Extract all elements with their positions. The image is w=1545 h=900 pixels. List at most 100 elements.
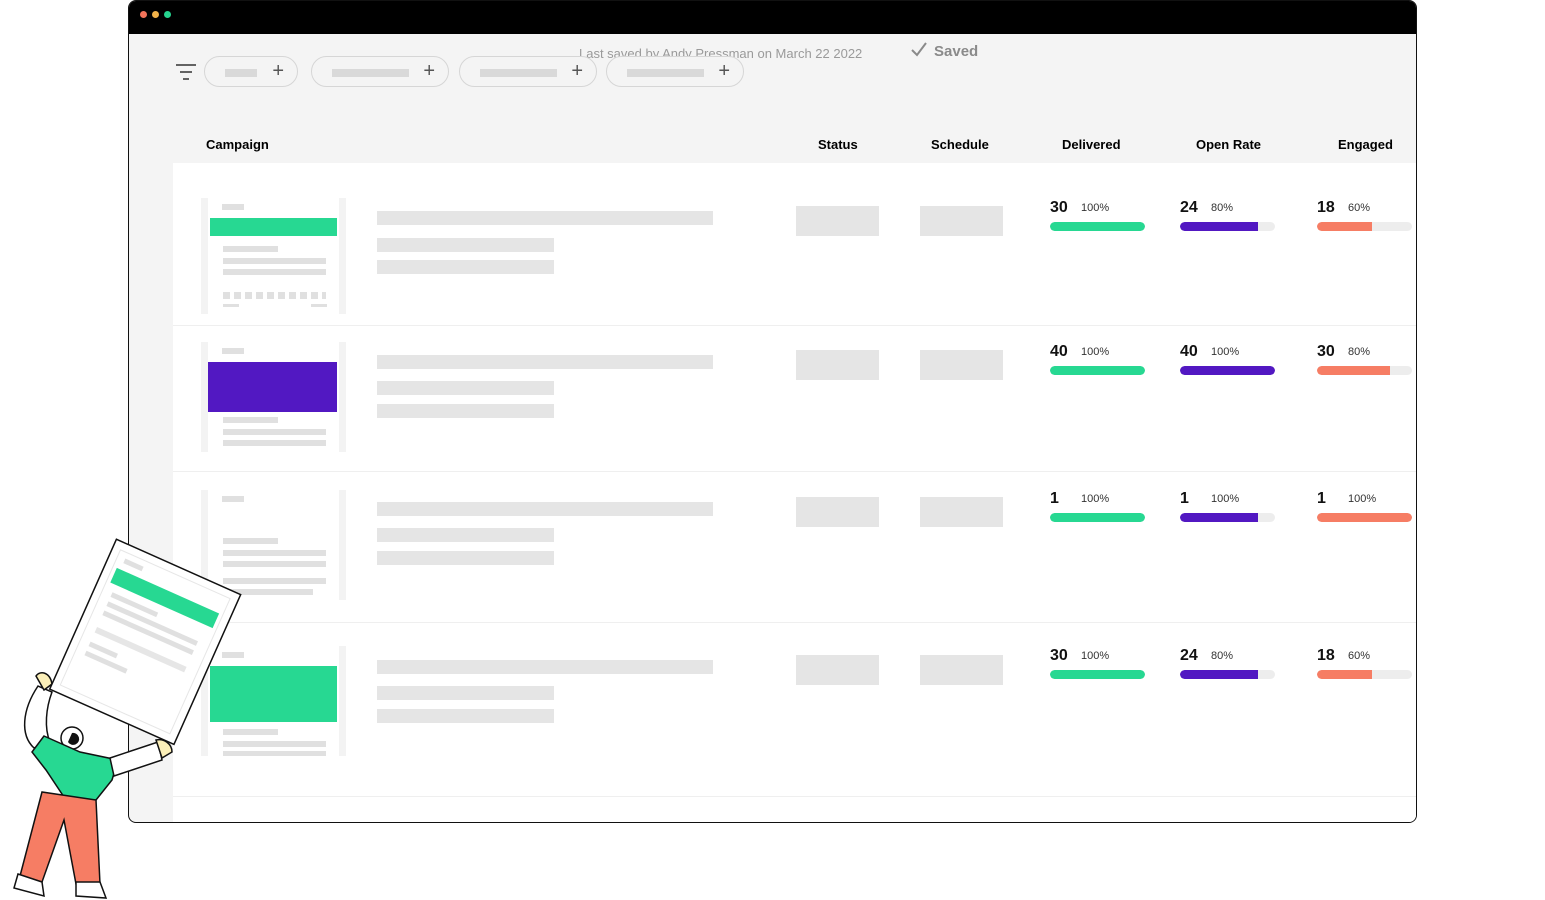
character-illustration	[13, 538, 242, 899]
engaged-bar-fill	[1317, 366, 1391, 375]
column-header-open-rate[interactable]: Open Rate	[1196, 137, 1261, 152]
campaign-subtitle-placeholder	[377, 381, 554, 395]
engaged-bar	[1317, 222, 1412, 231]
delivered-bar-fill	[1050, 222, 1145, 231]
table-row[interactable]: 30 100% 24 80% 18 60%	[173, 622, 1416, 797]
open-rate-percent: 80%	[1211, 202, 1234, 214]
campaign-meta-placeholder	[377, 404, 554, 418]
engaged-percent: 100%	[1348, 493, 1377, 505]
schedule-placeholder	[920, 497, 1003, 527]
plus-icon: +	[571, 60, 583, 82]
delivered-count: 30	[1050, 647, 1068, 664]
campaign-meta-placeholder	[377, 260, 554, 274]
check-icon	[911, 42, 927, 57]
saved-status: Saved	[934, 43, 979, 60]
delivered-percent: 100%	[1081, 202, 1110, 214]
schedule-placeholder	[920, 350, 1003, 380]
campaign-meta-placeholder	[377, 709, 554, 723]
delivered-percent: 100%	[1081, 493, 1110, 505]
delivered-bar-fill	[1050, 366, 1145, 375]
engaged-bar	[1317, 513, 1412, 522]
table-row[interactable]: 30 100% 24 80% 18 60%	[173, 163, 1416, 326]
campaign-subtitle-placeholder	[377, 238, 554, 252]
column-header-delivered[interactable]: Delivered	[1062, 137, 1121, 152]
delivered-count: 30	[1050, 199, 1068, 216]
engaged-bar-fill	[1317, 513, 1412, 522]
table-row[interactable]: 1 100% 1 100% 1 100%	[173, 471, 1416, 623]
column-header-campaign[interactable]: Campaign	[206, 137, 269, 152]
maximize-window-dot[interactable]	[164, 11, 171, 18]
open-rate-bar-fill	[1180, 513, 1258, 522]
campaign-title-placeholder	[377, 502, 713, 516]
filter-chip-3[interactable]: +	[459, 56, 597, 87]
open-rate-percent: 80%	[1211, 650, 1234, 662]
thumbnail-banner	[210, 218, 337, 236]
minimize-window-dot[interactable]	[152, 11, 159, 18]
filter-chip-1[interactable]: +	[204, 56, 298, 87]
title-bar	[129, 1, 1416, 34]
campaign-title-placeholder	[377, 211, 713, 225]
filter-chip-4[interactable]: +	[606, 56, 744, 87]
open-rate-count: 40	[1180, 343, 1198, 360]
open-rate-bar-fill	[1180, 222, 1258, 231]
delivered-count: 1	[1050, 490, 1059, 507]
engaged-bar-fill	[1317, 670, 1373, 679]
open-rate-bar-fill	[1180, 670, 1258, 679]
plus-icon: +	[718, 60, 730, 82]
open-rate-percent: 100%	[1211, 493, 1240, 505]
open-rate-bar	[1180, 670, 1275, 679]
table-row[interactable]: 40 100% 40 100% 30 80%	[173, 325, 1416, 472]
campaign-table: 30 100% 24 80% 18 60% 40 100% 40 100% 30…	[173, 163, 1416, 822]
column-header-engaged[interactable]: Engaged	[1338, 137, 1393, 152]
open-rate-count: 1	[1180, 490, 1189, 507]
chip-placeholder	[627, 69, 704, 77]
app-window: Last saved by Andy Pressman on March 22 …	[128, 0, 1417, 823]
delivered-count: 40	[1050, 343, 1068, 360]
column-header-schedule[interactable]: Schedule	[931, 137, 989, 152]
status-placeholder	[796, 206, 879, 236]
thumbnail-banner	[208, 362, 337, 412]
close-window-dot[interactable]	[140, 11, 147, 18]
engaged-count: 30	[1317, 343, 1335, 360]
filter-icon[interactable]	[175, 61, 197, 83]
chip-placeholder	[332, 69, 409, 77]
campaign-subtitle-placeholder	[377, 528, 554, 542]
chip-placeholder	[480, 69, 557, 77]
delivered-bar	[1050, 513, 1145, 522]
plus-icon: +	[272, 60, 284, 82]
filter-chip-2[interactable]: +	[311, 56, 449, 87]
status-placeholder	[796, 655, 879, 685]
engaged-percent: 60%	[1348, 202, 1371, 214]
engaged-count: 1	[1317, 490, 1326, 507]
status-placeholder	[796, 350, 879, 380]
open-rate-percent: 100%	[1211, 346, 1240, 358]
engaged-percent: 60%	[1348, 650, 1371, 662]
delivered-bar-fill	[1050, 513, 1145, 522]
delivered-percent: 100%	[1081, 650, 1110, 662]
engaged-percent: 80%	[1348, 346, 1371, 358]
campaign-title-placeholder	[377, 355, 713, 369]
campaign-subtitle-placeholder	[377, 686, 554, 700]
engaged-bar-fill	[1317, 222, 1373, 231]
delivered-percent: 100%	[1081, 346, 1110, 358]
engaged-count: 18	[1317, 199, 1335, 216]
campaign-title-placeholder	[377, 660, 713, 674]
campaign-meta-placeholder	[377, 551, 554, 565]
open-rate-bar-fill	[1180, 366, 1275, 375]
open-rate-bar	[1180, 366, 1275, 375]
delivered-bar	[1050, 222, 1145, 231]
campaign-thumbnail	[201, 342, 346, 452]
delivered-bar	[1050, 670, 1145, 679]
schedule-placeholder	[920, 655, 1003, 685]
delivered-bar	[1050, 366, 1145, 375]
plus-icon: +	[423, 60, 435, 82]
open-rate-count: 24	[1180, 647, 1198, 664]
engaged-bar	[1317, 670, 1412, 679]
open-rate-count: 24	[1180, 199, 1198, 216]
open-rate-bar	[1180, 222, 1275, 231]
engaged-count: 18	[1317, 647, 1335, 664]
status-placeholder	[796, 497, 879, 527]
campaign-thumbnail	[201, 198, 346, 314]
open-rate-bar	[1180, 513, 1275, 522]
column-header-status[interactable]: Status	[818, 137, 858, 152]
